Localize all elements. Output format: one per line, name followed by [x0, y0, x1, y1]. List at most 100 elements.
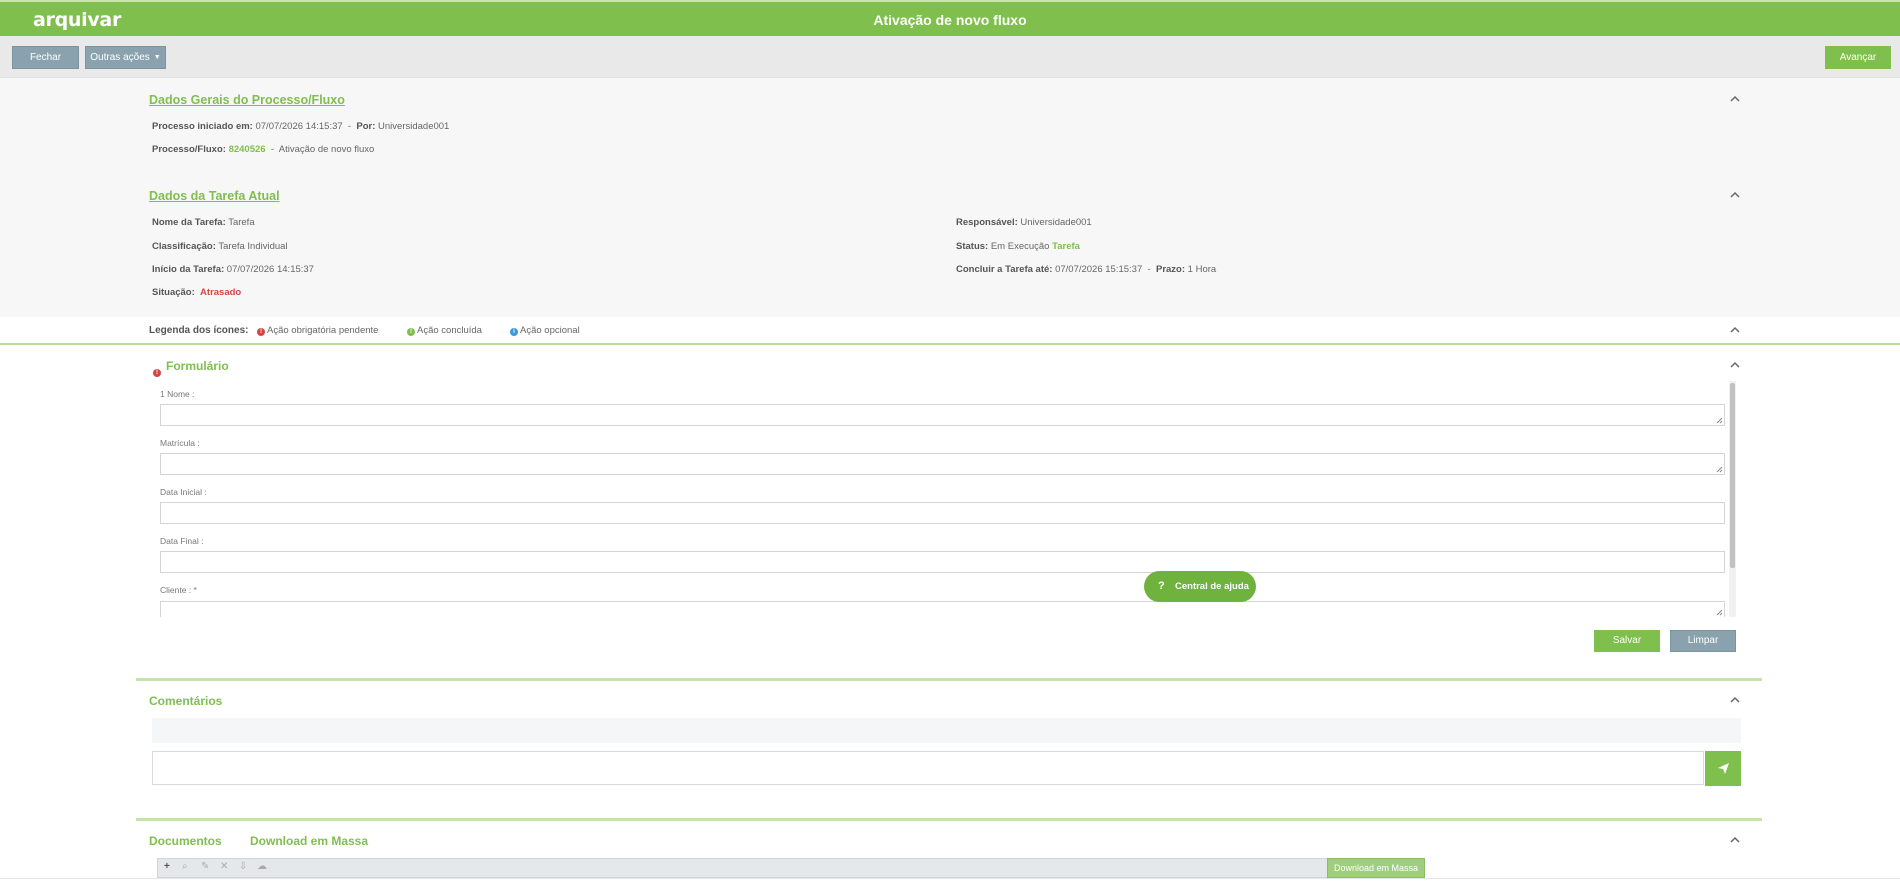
field-label-matricula: Matrícula : — [160, 438, 200, 448]
process-flow-id[interactable]: 8240526 — [229, 144, 266, 155]
cliente-textarea[interactable] — [160, 601, 1725, 617]
send-comment-button[interactable] — [1705, 751, 1741, 786]
legend-item-required-label: Ação obrigatória pendente — [267, 325, 379, 336]
clear-button[interactable]: Limpar — [1670, 630, 1736, 652]
advance-button[interactable]: Avançar — [1825, 46, 1891, 69]
legend-item-completed: ! Ação concluída — [407, 325, 482, 336]
process-flow-name: Ativação de novo fluxo — [278, 144, 375, 155]
task-section-title[interactable]: Dados da Tarefa Atual — [149, 189, 280, 203]
process-info-area — [0, 78, 1900, 317]
documents-tab[interactable]: Documentos — [149, 834, 222, 848]
task-responsible-row: Responsável: Universidade001 — [956, 217, 1092, 228]
comment-input[interactable] — [152, 751, 1704, 785]
task-due-value: 07/07/2026 15:15:37 — [1055, 264, 1143, 275]
edit-icon[interactable]: ✎ — [201, 861, 209, 872]
task-classification-value: Tarefa Individual — [218, 241, 288, 252]
exclamation-icon: ! — [257, 328, 265, 336]
field-label-data-inicial: Data Inicial : — [160, 487, 207, 497]
data-final-input[interactable] — [160, 551, 1725, 573]
process-flow-label: Processo/Fluxo: — [152, 144, 226, 155]
task-status-label: Status: — [956, 241, 989, 252]
task-start-label: Início da Tarefa: — [152, 264, 225, 275]
task-due-row: Concluir a Tarefa até: 07/07/2026 15:15:… — [956, 264, 1217, 275]
task-situation-row: Situação: Atrasado — [152, 287, 241, 298]
save-button[interactable]: Salvar — [1594, 630, 1660, 652]
cloud-icon[interactable]: ☁ — [257, 861, 267, 872]
save-button-label: Salvar — [1612, 635, 1642, 646]
section-divider — [136, 818, 1762, 821]
process-started-value: 07/07/2026 14:15:37 — [255, 121, 343, 132]
app-root: arquivar Ativação de novo fluxo Fechar O… — [0, 0, 1900, 886]
process-started-label: Processo iniciado em: — [152, 121, 253, 132]
close-button-label: Fechar — [29, 52, 62, 63]
comments-section-title[interactable]: Comentários — [149, 694, 222, 708]
task-situation-label: Situação: — [152, 287, 195, 298]
legend-item-optional-label: Ação opcional — [520, 325, 580, 336]
collapse-legend-chevron-up-icon[interactable] — [1730, 326, 1740, 336]
form-scrollbar-thumb[interactable] — [1730, 383, 1735, 568]
page-title: Ativação de novo fluxo — [873, 12, 1027, 28]
legend-item-optional: i Ação opcional — [510, 325, 580, 336]
task-deadline-label: Prazo: — [1155, 264, 1186, 275]
process-started-row: Processo iniciado em: 07/07/2026 14:15:3… — [152, 121, 450, 132]
resize-grip-icon[interactable] — [1716, 609, 1723, 616]
task-classification-label: Classificação: — [152, 241, 216, 252]
top-header: arquivar Ativação de novo fluxo — [0, 0, 1900, 36]
task-deadline-value: 1 Hora — [1187, 264, 1217, 275]
process-by-value: Universidade001 — [378, 121, 450, 132]
matricula-textarea[interactable] — [160, 453, 1725, 475]
form-required-icon: ! — [153, 361, 163, 379]
help-center-label: Central de ajuda — [1175, 581, 1249, 592]
field-label-nome: 1 Nome : — [160, 389, 195, 399]
help-center-button[interactable]: ? Central de ajuda — [1144, 571, 1256, 602]
task-status-tag: Tarefa — [1052, 241, 1080, 252]
action-toolbar: Fechar Outras ações ▼ Avançar — [0, 36, 1900, 78]
collapse-documents-chevron-up-icon[interactable] — [1730, 836, 1740, 846]
advance-button-label: Avançar — [1839, 52, 1877, 63]
task-name-row: Nome da Tarefa: Tarefa — [152, 217, 255, 228]
more-actions-label: Outras ações — [90, 52, 150, 64]
form-section-title[interactable]: Formulário — [166, 359, 229, 373]
page-bottom-border — [0, 878, 1900, 879]
process-section-title[interactable]: Dados Gerais do Processo/Fluxo — [149, 93, 345, 107]
download-icon[interactable]: ⇩ — [239, 861, 247, 872]
task-classification-row: Classificação: Tarefa Individual — [152, 241, 288, 252]
task-start-row: Início da Tarefa: 07/07/2026 14:15:37 — [152, 264, 314, 275]
collapse-process-chevron-up-icon[interactable] — [1730, 95, 1740, 105]
add-icon[interactable]: + — [164, 861, 170, 872]
close-button[interactable]: Fechar — [12, 46, 79, 69]
legend-item-required: ! Ação obrigatória pendente — [257, 325, 378, 336]
process-flow-row: Processo/Fluxo: 8240526 - Ativação de no… — [152, 144, 375, 155]
field-label-data-final: Data Final : — [160, 536, 204, 546]
question-icon: ? — [1158, 580, 1165, 592]
form-scrollbar[interactable] — [1729, 381, 1736, 617]
search-icon[interactable]: ⌕ — [182, 861, 188, 872]
nome-textarea[interactable] — [160, 404, 1725, 426]
collapse-comments-chevron-up-icon[interactable] — [1730, 696, 1740, 706]
more-actions-dropdown[interactable]: Outras ações ▼ — [85, 46, 166, 69]
task-start-value: 07/07/2026 14:15:37 — [226, 264, 314, 275]
task-responsible-label: Responsável: — [956, 217, 1018, 228]
field-label-cliente: Cliente : * — [160, 585, 197, 595]
legend-title: Legenda dos ícones: — [149, 325, 249, 336]
collapse-form-chevron-up-icon[interactable] — [1730, 361, 1740, 371]
resize-grip-icon[interactable] — [1716, 466, 1723, 473]
comments-list — [152, 718, 1741, 743]
data-inicial-input[interactable] — [160, 502, 1725, 524]
caret-down-icon: ▼ — [153, 54, 161, 61]
task-name-label: Nome da Tarefa: — [152, 217, 226, 228]
collapse-task-chevron-up-icon[interactable] — [1730, 191, 1740, 201]
task-due-label: Concluir a Tarefa até: — [956, 264, 1053, 275]
resize-grip-icon[interactable] — [1716, 417, 1723, 424]
info-icon: i — [510, 328, 518, 336]
exclamation-icon: ! — [153, 369, 161, 377]
task-name-value: Tarefa — [228, 217, 255, 228]
task-situation-value: Atrasado — [200, 287, 242, 298]
documents-toolbar: + ⌕ ✎ ✕ ⇩ ☁ — [157, 858, 1425, 878]
clear-button-label: Limpar — [1687, 635, 1719, 646]
task-status-value: Em Execução — [990, 241, 1050, 252]
download-mass-button[interactable]: Download em Massa — [1327, 858, 1425, 878]
delete-icon[interactable]: ✕ — [220, 861, 228, 872]
download-mass-tab[interactable]: Download em Massa — [250, 834, 368, 848]
section-divider — [136, 678, 1762, 681]
